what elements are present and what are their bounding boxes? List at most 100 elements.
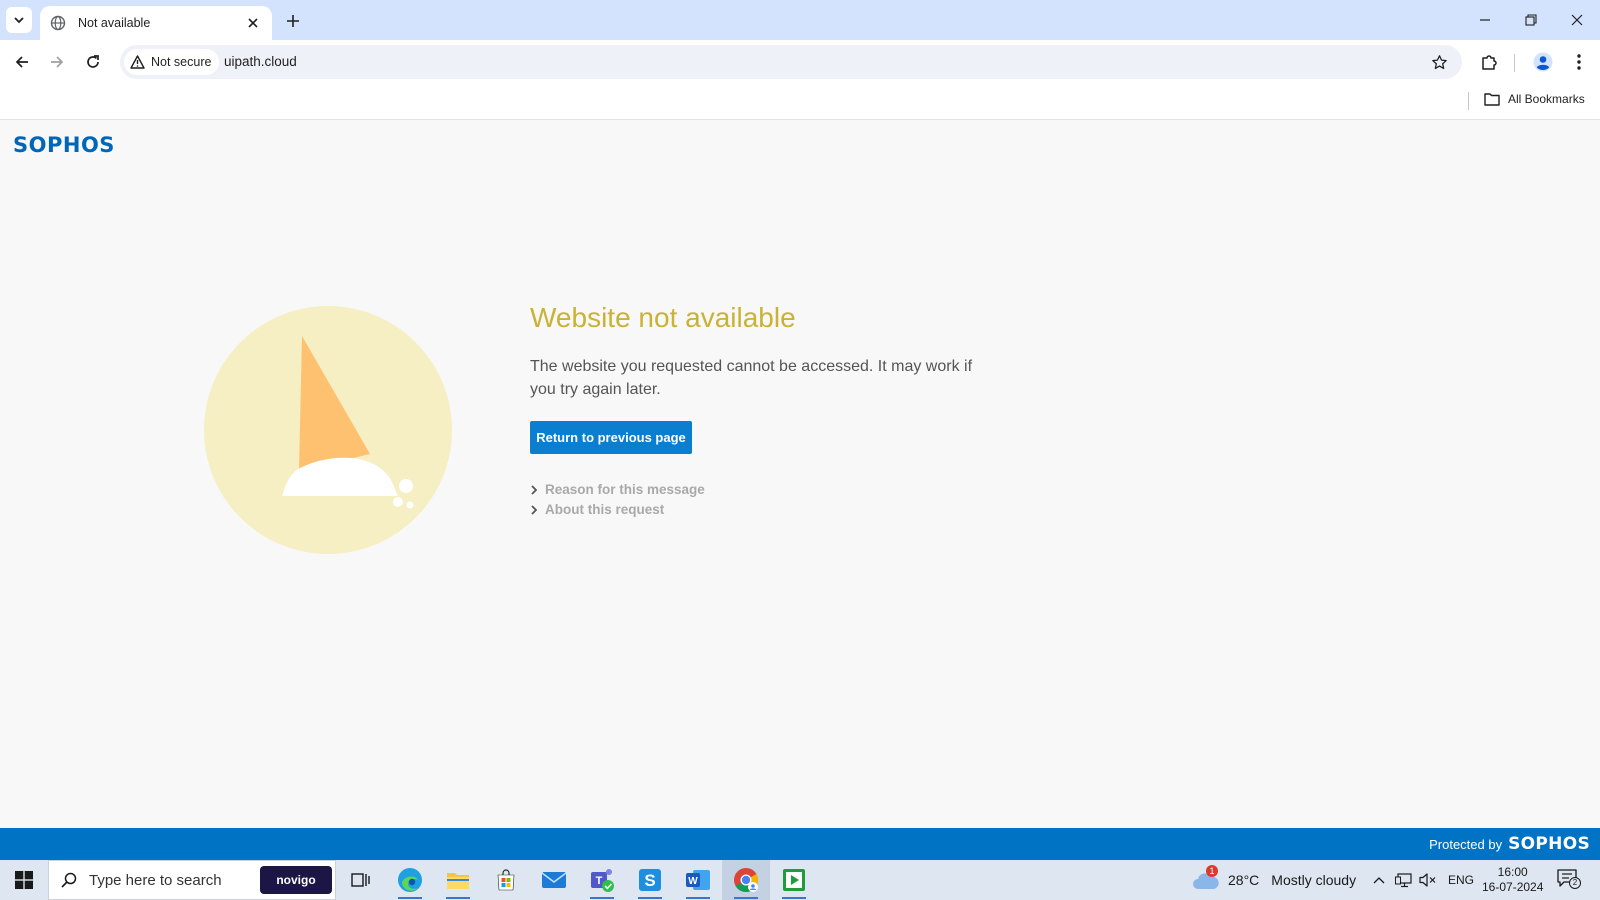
edge-browser-icon — [398, 868, 422, 892]
clock-time: 16:00 — [1497, 865, 1528, 879]
reload-icon — [87, 55, 99, 68]
close-icon — [1571, 14, 1583, 26]
taskbar-teams-running-indicator — [590, 897, 614, 899]
profile-avatar-icon[interactable] — [1532, 51, 1554, 73]
error-message: The website you requested cannot be acce… — [530, 358, 973, 398]
browser-menu-icon[interactable] — [1568, 51, 1590, 73]
blocked-page-content: SOPHOS Website not available The website… — [0, 121, 1600, 828]
bookmark-star-icon[interactable] — [1430, 53, 1448, 71]
notification-center-button[interactable]: 2 — [1556, 868, 1582, 892]
windows-taskbar: Type here to search novigo T S W 1 28°C … — [0, 860, 1600, 900]
word-icon: W — [686, 870, 710, 890]
store-icon — [497, 869, 515, 891]
system-clock[interactable]: 16:00 16-07-2024 — [1482, 865, 1543, 895]
address-bar[interactable]: Not secure uipath.cloud — [120, 45, 1462, 79]
close-window-button[interactable] — [1554, 4, 1600, 36]
toolbar-divider — [1514, 54, 1515, 72]
security-chip[interactable]: Not secure — [124, 49, 220, 75]
taskbar-chrome[interactable] — [722, 860, 770, 900]
extensions-icon[interactable] — [1479, 51, 1501, 73]
chevron-down-icon — [14, 17, 24, 24]
arrow-right-icon — [51, 56, 64, 68]
bookmarks-bar: All Bookmarks — [0, 84, 1600, 120]
about-request-toggle[interactable]: About this request — [531, 502, 664, 517]
weather-description: Mostly cloudy — [1271, 872, 1357, 888]
volume-muted-icon[interactable] — [1418, 860, 1438, 900]
media-player-icon — [783, 869, 805, 891]
all-bookmarks-button[interactable]: All Bookmarks — [1484, 92, 1585, 106]
restore-window-button[interactable] — [1508, 4, 1554, 36]
svg-text:S: S — [644, 871, 655, 890]
browser-tab-strip: Not available — [0, 0, 1600, 40]
taskbar-media-app[interactable] — [770, 860, 818, 900]
svg-text:T: T — [596, 875, 603, 887]
close-tab-icon[interactable] — [244, 14, 262, 32]
taskbar-file-explorer[interactable] — [434, 860, 482, 900]
folder-icon — [1484, 93, 1500, 106]
bookmarks-divider — [1468, 92, 1469, 110]
taskbar-explorer-running-indicator — [446, 897, 470, 899]
temperature-text: 28°C — [1228, 872, 1260, 888]
url-text[interactable]: uipath.cloud — [224, 54, 297, 69]
tab-search-button[interactable] — [6, 7, 32, 33]
clock-date: 16-07-2024 — [1482, 880, 1544, 894]
bubble-medium — [393, 497, 403, 507]
footer-sophos-logo: SOPHOS — [1508, 834, 1590, 854]
reload-button[interactable] — [80, 49, 106, 75]
sophos-footer: Protected by SOPHOS — [0, 828, 1600, 860]
return-to-previous-page-button[interactable]: Return to previous page — [530, 421, 692, 454]
taskbar-s-app[interactable]: S — [626, 860, 674, 900]
taskbar-chrome-running-indicator — [734, 897, 758, 899]
protected-by-label: Protected by — [1429, 837, 1503, 852]
show-hidden-icons-button[interactable] — [1370, 860, 1388, 900]
taskbar-word[interactable]: W — [674, 860, 722, 900]
taskbar-edge[interactable] — [386, 860, 434, 900]
novigo-badge[interactable]: novigo — [260, 866, 332, 894]
all-bookmarks-label: All Bookmarks — [1508, 92, 1585, 106]
sophos-logo: SOPHOS — [13, 133, 115, 157]
start-button[interactable] — [0, 860, 48, 900]
sinking-boat-illustration — [204, 306, 452, 554]
chevron-right-icon — [531, 504, 537, 515]
bubble-small — [406, 501, 414, 509]
bubble-tiny — [387, 489, 393, 495]
new-tab-button[interactable] — [282, 10, 304, 32]
task-view-button[interactable] — [336, 860, 384, 900]
chevron-right-icon — [531, 484, 537, 495]
protected-by: Protected by SOPHOS — [1429, 834, 1590, 854]
weather-widget[interactable]: 1 28°C Mostly cloudy — [1192, 860, 1356, 900]
taskbar-word-running-indicator — [686, 897, 710, 899]
s-app-icon: S — [639, 869, 661, 891]
taskbar-edge-running-indicator — [398, 897, 422, 899]
chrome-icon — [734, 868, 759, 893]
notification-count: 2 — [1569, 877, 1581, 889]
restore-icon — [1525, 14, 1537, 26]
network-icon[interactable] — [1394, 860, 1414, 900]
security-chip-label: Not secure — [151, 55, 212, 69]
mail-icon — [541, 872, 567, 888]
warning-icon — [130, 55, 145, 69]
folder-icon — [447, 873, 469, 889]
arrow-left-icon — [15, 56, 28, 68]
taskbar-microsoft-store[interactable] — [482, 860, 530, 900]
search-icon — [61, 872, 77, 888]
windows-logo-icon — [15, 871, 33, 889]
taskbar-mail[interactable] — [530, 860, 578, 900]
back-button[interactable] — [9, 49, 35, 75]
taskbar-media-running-indicator — [782, 897, 806, 899]
browser-toolbar: Not secure uipath.cloud — [0, 40, 1600, 84]
input-language[interactable]: ENG — [1448, 873, 1474, 887]
reason-toggle[interactable]: Reason for this message — [531, 482, 705, 497]
reason-toggle-label: Reason for this message — [545, 482, 705, 497]
about-request-toggle-label: About this request — [545, 502, 665, 517]
browser-tab-active[interactable]: Not available — [40, 6, 272, 40]
taskbar-teams[interactable]: T — [578, 860, 626, 900]
teams-icon: T — [591, 869, 614, 892]
weather-alert-badge: 1 — [1206, 865, 1218, 877]
minimize-window-button[interactable] — [1462, 4, 1508, 36]
tab-title: Not available — [78, 16, 151, 30]
task-view-icon — [351, 873, 370, 887]
forward-button[interactable] — [44, 49, 70, 75]
bubble-large — [399, 479, 413, 493]
globe-icon — [50, 15, 66, 31]
